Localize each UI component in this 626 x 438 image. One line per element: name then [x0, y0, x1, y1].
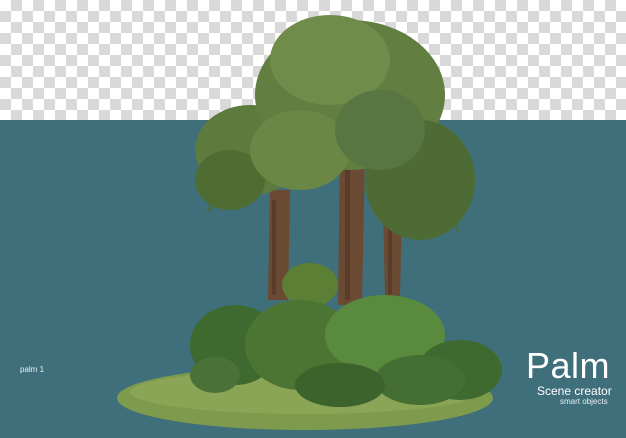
- product-tagline: smart objects: [560, 397, 608, 406]
- image-canvas: palm 1 Palm Scene creator smart objects: [0, 0, 626, 438]
- product-subtitle: Scene creator: [537, 384, 612, 398]
- palm-fronds: [195, 15, 475, 240]
- asset-label: palm 1: [20, 365, 45, 374]
- product-title: Palm: [526, 345, 611, 386]
